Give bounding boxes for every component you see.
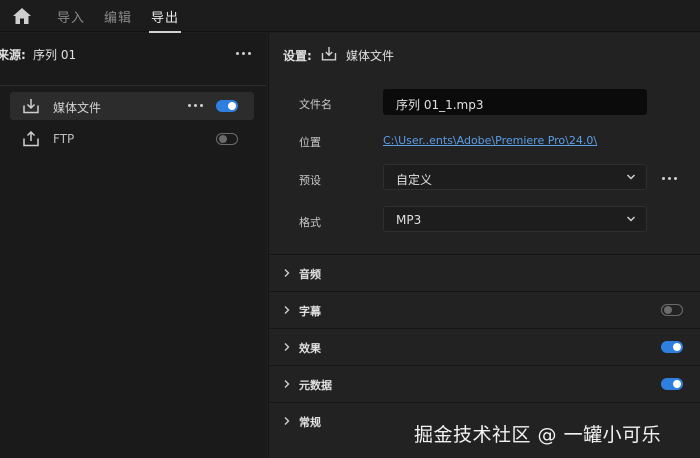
preset-label: 预设 [299,174,321,187]
settings-title: 设置: [283,49,312,63]
section-label: 效果 [299,342,321,355]
section-label: 音频 [299,268,321,281]
effects-toggle[interactable] [661,341,683,353]
captions-toggle[interactable] [661,304,683,316]
home-icon[interactable] [12,7,32,25]
destination-media-file[interactable]: 媒体文件 [10,92,254,120]
destination-label: FTP [53,132,75,146]
chevron-right-icon [284,417,290,425]
format-select[interactable]: MP3 [383,206,647,232]
section-label: 常规 [299,416,321,429]
preset-select[interactable]: 自定义 [383,164,647,190]
chevron-right-icon [284,269,290,277]
tab-export[interactable]: 导出 [148,7,182,33]
filename-label: 文件名 [299,98,332,111]
section-captions[interactable]: 字幕 [269,292,700,328]
location-link[interactable]: C:\User..ents\Adobe\Premiere Pro\24.0\ [383,134,597,147]
preset-value: 自定义 [396,173,433,187]
source-value: 序列 01 [33,48,77,62]
metadata-toggle[interactable] [661,378,683,390]
settings-panel: 设置: 媒体文件 文件名 序列 01_1.mp3 位置 C:\User..ent… [268,33,700,458]
format-label: 格式 [299,216,321,229]
top-nav: 导入 编辑 导出 [0,0,700,33]
section-label: 字幕 [299,305,321,318]
upload-icon [23,131,39,147]
filename-value: 序列 01_1.mp3 [396,98,484,112]
download-icon [23,99,39,114]
settings-subtitle: 媒体文件 [346,49,395,63]
section-label: 元数据 [299,379,332,392]
section-effects[interactable]: 效果 [269,329,700,365]
filename-input[interactable]: 序列 01_1.mp3 [383,89,647,115]
source-label: 来源: [0,48,26,62]
watermark: 掘金技术社区 @ 一罐小可乐 [414,424,662,446]
tab-edit[interactable]: 编辑 [104,7,132,26]
destinations-panel: 来源: 序列 01 媒体文件 FTP [0,33,266,458]
chevron-right-icon [284,380,290,388]
preset-more-icon[interactable] [662,177,677,180]
media-file-toggle[interactable] [216,100,238,112]
section-metadata[interactable]: 元数据 [269,366,700,402]
divider [0,85,266,86]
source-header: 来源: 序列 01 [0,33,266,85]
chevron-down-icon [626,216,636,222]
chevron-right-icon [284,306,290,314]
destination-ftp[interactable]: FTP [10,125,254,153]
format-value: MP3 [396,213,422,227]
destination-label: 媒体文件 [53,101,102,115]
ftp-toggle[interactable] [216,133,238,145]
tab-import[interactable]: 导入 [57,7,85,26]
download-icon [321,47,337,61]
chevron-down-icon [626,174,636,180]
source-more-icon[interactable] [236,52,251,55]
chevron-right-icon [284,343,290,351]
section-audio[interactable]: 音频 [269,255,700,291]
destination-more-icon[interactable] [188,104,203,107]
location-label: 位置 [299,136,321,149]
